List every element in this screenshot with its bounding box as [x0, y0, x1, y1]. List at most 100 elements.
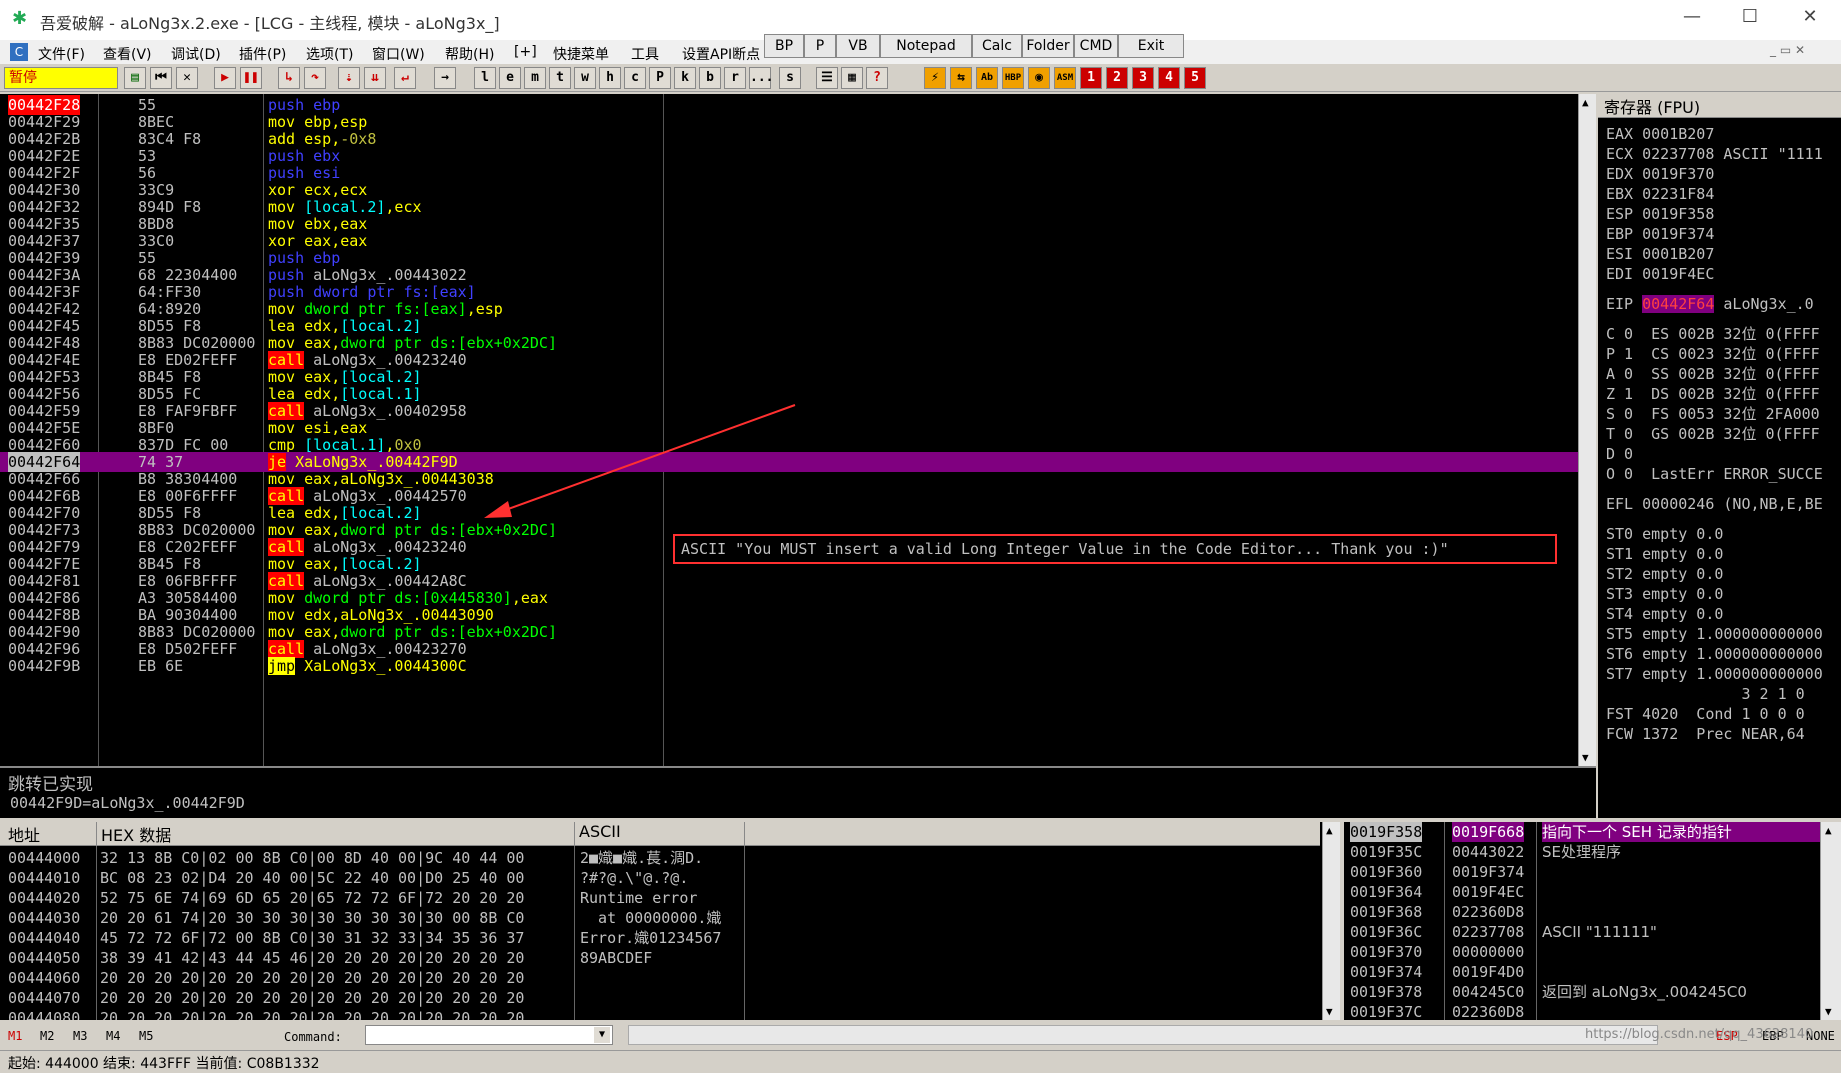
tab-m5[interactable]: M5	[139, 1029, 153, 1043]
fpu-line[interactable]: ST2 empty 0.0	[1606, 564, 1723, 584]
menu-file[interactable]: 文件(F)	[38, 44, 85, 64]
fpu-line[interactable]: FCW 1372 Prec NEAR,64	[1606, 724, 1805, 744]
plugin-icon-3[interactable]: Ab	[976, 67, 998, 89]
stack-pane[interactable]: 0019F358 0019F668 指向下一个 SEH 记录的指针 0019F35C 0…	[1344, 822, 1822, 1020]
stack-value[interactable]: 0019F4EC	[1452, 882, 1524, 902]
stack-value[interactable]: 0019F668	[1452, 822, 1525, 842]
run-icon[interactable]: ▶	[214, 67, 236, 89]
bp-button[interactable]: BP	[764, 34, 804, 58]
register-line[interactable]: EBP 0019F374	[1606, 224, 1714, 244]
register-line[interactable]: EDX 0019F370	[1606, 164, 1714, 184]
efl-line[interactable]: EFL 00000246 (NO,NB,E,BE	[1606, 494, 1823, 514]
eye-icon[interactable]: ◉	[1028, 67, 1050, 89]
fpu-line[interactable]: FST 4020 Cond 1 0 0 0	[1606, 704, 1805, 724]
dump-scrollbar[interactable]: ▲ ▼	[1322, 822, 1340, 1020]
flag-line[interactable]: P 1 CS 0023 32位 0(FFFF	[1606, 344, 1820, 364]
minimize-button[interactable]: —	[1672, 6, 1712, 27]
stack-scrollbar[interactable]: ▲ ▼	[1820, 822, 1841, 1020]
marker-button-1[interactable]: 1	[1080, 67, 1102, 89]
stack-value[interactable]: 02237708	[1452, 922, 1524, 942]
menu-plugins[interactable]: 插件(P)	[239, 44, 286, 64]
handles-button[interactable]: h	[599, 67, 621, 89]
fpu-line[interactable]: ST4 empty 0.0	[1606, 604, 1723, 624]
register-line[interactable]: EAX 0001B207	[1606, 124, 1714, 144]
menu-tools[interactable]: 工具	[631, 44, 659, 64]
goto-icon[interactable]: →	[434, 67, 456, 89]
notepad-button[interactable]: Notepad	[880, 34, 972, 58]
flag-line[interactable]: C 0 ES 002B 32位 0(FFFF	[1606, 324, 1820, 344]
grid-icon[interactable]: ▦	[841, 67, 863, 89]
disasm-row[interactable]: 00442F9B EB 6E jmp XaLoNg3x_.0044300C	[0, 656, 1578, 676]
close-debug-icon[interactable]: ✕	[176, 67, 198, 89]
run-trace-button[interactable]: ...	[749, 67, 773, 89]
flag-line[interactable]: T 0 GS 002B 32位 0(FFFF	[1606, 424, 1820, 444]
restart-icon[interactable]: ⏮	[150, 67, 172, 89]
execute-till-return-icon[interactable]: ↵	[394, 67, 416, 89]
tab-m1[interactable]: M1	[8, 1029, 22, 1043]
open-icon[interactable]: ▤	[124, 67, 146, 89]
stack-value[interactable]: 00443022	[1452, 842, 1524, 862]
maximize-button[interactable]: ☐	[1730, 6, 1770, 27]
step-over-icon[interactable]: ↷	[304, 67, 326, 89]
dropdown-icon[interactable]: ▼	[594, 1027, 610, 1043]
fpu-line[interactable]: 3 2 1 0	[1606, 684, 1804, 704]
stack-value[interactable]: 0019F374	[1452, 862, 1524, 882]
threads-button[interactable]: t	[549, 67, 571, 89]
register-line[interactable]: EBX 02231F84	[1606, 184, 1714, 204]
asm-icon[interactable]: ASM	[1054, 67, 1076, 89]
fpu-line[interactable]: ST5 empty 1.000000000000	[1606, 624, 1823, 644]
marker-button-2[interactable]: 2	[1106, 67, 1128, 89]
dump-hex[interactable]: 45 72 72 6F|72 00 8B C0|30 31 32 33|34 3…	[100, 928, 524, 948]
disassembly-scrollbar[interactable]: ▲ ▼	[1578, 94, 1596, 766]
vb-button[interactable]: VB	[836, 34, 880, 58]
call-stack-button[interactable]: k	[674, 67, 696, 89]
marker-button-5[interactable]: 5	[1184, 67, 1206, 89]
hbp-icon[interactable]: HBP	[1002, 67, 1024, 89]
dump-pane[interactable]: 地址 HEX 数据 ASCII 00444000 32 13 8B C0|02 0…	[0, 822, 1330, 1020]
dump-hex[interactable]: 20 20 20 20|20 20 20 20|20 20 20 20|20 2…	[100, 988, 524, 1008]
menu-api-breakpoint[interactable]: 设置API断点	[682, 44, 762, 64]
fpu-line[interactable]: ST1 empty 0.0	[1606, 544, 1723, 564]
exit-button[interactable]: Exit	[1118, 34, 1184, 58]
fpu-line[interactable]: ST6 empty 1.000000000000	[1606, 644, 1823, 664]
marker-button-3[interactable]: 3	[1132, 67, 1154, 89]
fpu-line[interactable]: ST3 empty 0.0	[1606, 584, 1723, 604]
flag-line[interactable]: O 0 LastErr ERROR_SUCCE	[1606, 464, 1823, 484]
stack-value[interactable]: 022360D8	[1452, 1002, 1524, 1020]
dump-header-ascii[interactable]: ASCII	[574, 822, 744, 846]
trace-over-icon[interactable]: ⇊	[364, 67, 386, 89]
flag-line[interactable]: S 0 FS 0053 32位 2FA000	[1606, 404, 1820, 424]
fpu-line[interactable]: ST7 empty 1.000000000000	[1606, 664, 1823, 684]
fpu-line[interactable]: ST0 empty 0.0	[1606, 524, 1723, 544]
menu-plus[interactable]: [+]	[514, 44, 537, 60]
command-input[interactable]: ▼	[365, 1025, 613, 1045]
stack-value[interactable]: 022360D8	[1452, 902, 1524, 922]
windows-button[interactable]: w	[574, 67, 596, 89]
plugin-icon-2[interactable]: ⇆	[950, 67, 972, 89]
list-icon[interactable]: ☰	[816, 67, 838, 89]
step-into-icon[interactable]: ↳	[278, 67, 300, 89]
help-icon[interactable]: ?	[866, 67, 888, 89]
flag-line[interactable]: Z 1 DS 002B 32位 0(FFFF	[1606, 384, 1820, 404]
dump-hex[interactable]: 20 20 61 74|20 30 30 30|30 30 30 30|30 0…	[100, 908, 524, 928]
executables-button[interactable]: e	[499, 67, 521, 89]
mdi-controls[interactable]: _ ▭ ✕	[1770, 43, 1805, 57]
menu-shortcut[interactable]: 快捷菜单	[553, 44, 609, 64]
dump-header-address[interactable]: 地址	[0, 822, 96, 846]
register-line[interactable]: ESP 0019F358	[1606, 204, 1714, 224]
dump-hex[interactable]: 20 20 20 20|20 20 20 20|20 20 20 20|20 2…	[100, 968, 524, 988]
p-button[interactable]: P	[804, 34, 836, 58]
registers-pane[interactable]: 寄存器 (FPU) EAX 0001B207 ECX 02237708 ASCII…	[1598, 94, 1841, 818]
log-window-button[interactable]: l	[474, 67, 496, 89]
source-button[interactable]: s	[779, 67, 801, 89]
stack-value[interactable]: 004245C0	[1452, 982, 1524, 1002]
stack-value[interactable]: 0019F4D0	[1452, 962, 1524, 982]
register-line[interactable]: ECX 02237708 ASCII "1111	[1606, 144, 1823, 164]
references-button[interactable]: r	[724, 67, 746, 89]
dump-hex[interactable]: 20 20 20 20|20 20 20 20|20 20 20 20|20 2…	[100, 1008, 524, 1020]
trace-into-icon[interactable]: ⇣	[338, 67, 360, 89]
breakpoints-button[interactable]: b	[699, 67, 721, 89]
tab-m3[interactable]: M3	[73, 1029, 87, 1043]
register-line[interactable]: EDI 0019F4EC	[1606, 264, 1714, 284]
flag-line[interactable]: D 0	[1606, 444, 1633, 464]
